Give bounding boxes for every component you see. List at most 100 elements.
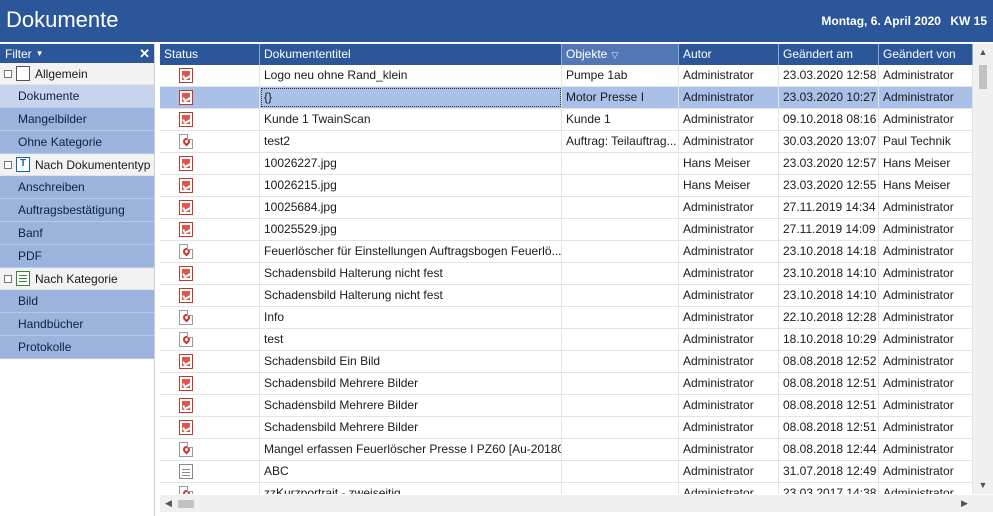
cell-title: Schadensbild Mehrere Bilder [260,417,562,438]
table-row[interactable]: Mangel erfassen Feuerlöscher Presse I PZ… [160,439,973,461]
image-file-icon [179,178,193,193]
table-row[interactable]: test2 Auftrag: Teilauftrag... Administrato… [160,131,973,153]
app-header: Dokumente Montag, 6. April 2020 KW 15 [0,0,993,42]
image-file-icon [179,398,193,413]
cell-changed-at: 23.03.2020 10:27 [779,87,879,108]
scroll-left-icon[interactable]: ◀ [160,495,177,512]
cell-changed-by: Administrator [879,307,973,328]
table-row[interactable]: {} Motor Presse I Administrator 23.03.2020 … [160,87,973,109]
grid-header: Status Dokumententitel Objekte ▽ Autor Ge… [160,44,973,65]
filter-item[interactable]: Anschreiben [0,176,154,199]
filter-item[interactable]: Dokumente [0,85,154,108]
cell-changed-at: 22.10.2018 12:28 [779,307,879,328]
table-row[interactable]: 10025529.jpg Administrator 27.11.2019 14:0… [160,219,973,241]
pdf-file-icon [179,310,193,325]
scroll-down-icon[interactable]: ▼ [973,477,993,494]
pdf-file-icon [179,442,193,457]
filter-label[interactable]: Filter [5,47,32,61]
table-row[interactable]: Logo neu ohne Rand_klein Pumpe 1ab Adminis… [160,65,973,87]
filter-header[interactable]: Filter ▼ ✕ [0,44,154,63]
cell-objects [562,395,679,416]
cell-changed-at: 27.11.2019 14:34 [779,197,879,218]
cell-changed-by: Administrator [879,263,973,284]
filter-group[interactable]: Allgemein [0,63,154,85]
cell-status [160,461,260,482]
table-row[interactable]: Schadensbild Mehrere Bilder Administrator… [160,417,973,439]
vertical-scrollbar[interactable]: ▲ ▼ [973,44,993,494]
filter-item[interactable]: Mangelbilder [0,108,154,131]
column-header-status[interactable]: Status [160,44,260,65]
cell-author: Administrator [679,395,779,416]
cell-objects [562,417,679,438]
filter-groups: Allgemein Dokumente Mangelbilder Ohne Kateg… [0,63,154,359]
image-file-icon [179,200,193,215]
filter-item[interactable]: Ohne Kategorie [0,131,154,154]
cell-status [160,241,260,262]
filter-item[interactable]: Bild [0,290,154,313]
date-display: Montag, 6. April 2020 KW 15 [815,14,987,28]
table-row[interactable]: Schadensbild Halterung nicht fest Adminis… [160,285,973,307]
scroll-right-icon[interactable]: ▶ [956,495,973,512]
scroll-thumb-horizontal[interactable] [178,500,194,508]
collapse-toggle-icon[interactable] [4,69,12,78]
table-row[interactable]: ABC Administrator 31.07.2018 12:49 Administ… [160,461,973,483]
cell-author: Administrator [679,197,779,218]
cell-changed-at: 27.11.2019 14:09 [779,219,879,240]
cell-title: Mangel erfassen Feuerlöscher Presse I PZ… [260,439,562,460]
cell-changed-at: 08.08.2018 12:52 [779,351,879,372]
cell-status [160,373,260,394]
cell-author: Administrator [679,131,779,152]
filter-item[interactable]: Banf [0,222,154,245]
column-header-objects[interactable]: Objekte ▽ [562,44,679,65]
close-icon[interactable]: ✕ [139,46,150,62]
filter-group[interactable]: Nach Kategorie [0,268,154,290]
cell-changed-at: 09.10.2018 08:16 [779,109,879,130]
horizontal-scrollbar[interactable]: ◀ ▶ [160,495,973,512]
collapse-toggle-icon[interactable] [4,274,12,283]
filter-item[interactable]: Handbücher [0,313,154,336]
table-row[interactable]: zzKurzportrait - zweiseitig Administrator… [160,483,973,494]
column-header-objects-label[interactable]: Objekte [566,47,607,61]
cell-author: Administrator [679,417,779,438]
cell-author: Administrator [679,307,779,328]
table-row[interactable]: Info Administrator 22.10.2018 12:28 Adminis… [160,307,973,329]
filter-group-label: Allgemein [35,66,88,81]
scroll-up-icon[interactable]: ▲ [973,44,993,61]
table-row[interactable]: Schadensbild Ein Bild Administrator 08.08.… [160,351,973,373]
cell-changed-by: Administrator [879,87,973,108]
table-row[interactable]: 10025684.jpg Administrator 27.11.2019 14:3… [160,197,973,219]
cell-author: Administrator [679,329,779,350]
table-row[interactable]: Feuerlöscher für Einstellungen Auftragsb… [160,241,973,263]
scrollbar-corner [973,495,993,512]
table-row[interactable]: test Administrator 18.10.2018 10:29 Adminis… [160,329,973,351]
column-header-changed-by[interactable]: Geändert von [879,44,973,65]
cell-changed-by: Administrator [879,351,973,372]
table-row[interactable]: 10026215.jpg Hans Meiser 23.03.2020 12:55 H… [160,175,973,197]
filter-icon[interactable]: ▽ [611,50,618,60]
filter-group[interactable]: Nach Dokumententyp [0,154,154,176]
scroll-thumb[interactable] [979,65,987,89]
cell-status [160,197,260,218]
table-row[interactable]: Schadensbild Mehrere Bilder Administrator… [160,373,973,395]
column-header-title[interactable]: Dokumententitel [260,44,562,65]
cell-objects [562,439,679,460]
chevron-down-icon[interactable]: ▼ [36,49,44,58]
filter-item[interactable]: PDF [0,245,154,268]
table-row[interactable]: Kunde 1 TwainScan Kunde 1 Administrator 09.… [160,109,973,131]
cell-title: Logo neu ohne Rand_klein [260,65,562,86]
cell-author: Administrator [679,373,779,394]
table-row[interactable]: Schadensbild Halterung nicht fest Adminis… [160,263,973,285]
table-row[interactable]: 10026227.jpg Hans Meiser 23.03.2020 12:57 H… [160,153,973,175]
column-header-author[interactable]: Autor [679,44,779,65]
cell-author: Administrator [679,461,779,482]
filter-item[interactable]: Protokolle [0,336,154,359]
collapse-toggle-icon[interactable] [4,160,12,169]
table-row[interactable]: Schadensbild Mehrere Bilder Administrator… [160,395,973,417]
cell-status [160,439,260,460]
cell-changed-at: 08.08.2018 12:51 [779,373,879,394]
image-file-icon [179,376,193,391]
cell-author: Administrator [679,87,779,108]
cell-status [160,219,260,240]
filter-item[interactable]: Auftragsbestätigung [0,199,154,222]
column-header-changed-at[interactable]: Geändert am [779,44,879,65]
